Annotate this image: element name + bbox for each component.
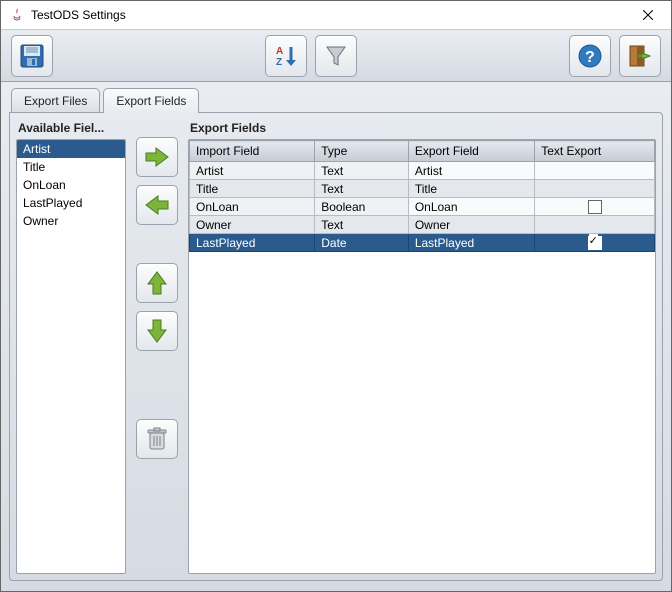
column-header[interactable]: Text Export (535, 141, 655, 162)
list-item[interactable]: LastPlayed (17, 194, 125, 212)
cell-type: Text (315, 216, 409, 234)
sort-button[interactable]: A Z (265, 35, 307, 77)
help-button[interactable]: ? (569, 35, 611, 77)
export-fields-panel: Available Fiel... ArtistTitleOnLoanLastP… (9, 112, 663, 581)
cell-export[interactable]: Owner (408, 216, 534, 234)
exit-button[interactable] (619, 35, 661, 77)
cell-import: LastPlayed (190, 234, 315, 252)
checkbox-icon[interactable] (588, 200, 602, 214)
exit-icon (627, 43, 653, 69)
tab-row: Export FilesExport Fields (9, 88, 663, 113)
list-item[interactable]: Title (17, 158, 125, 176)
checkbox-icon[interactable] (588, 236, 602, 250)
table-header-row: Import FieldTypeExport FieldText Export (190, 141, 655, 162)
table-row[interactable]: ArtistTextArtist (190, 162, 655, 180)
save-icon (19, 43, 45, 69)
svg-text:Z: Z (276, 57, 282, 68)
transfer-buttons-column (132, 119, 182, 574)
cell-import: Owner (190, 216, 315, 234)
cell-text-export[interactable] (535, 234, 655, 252)
remove-field-button[interactable] (136, 185, 178, 225)
sort-az-icon: A Z (273, 43, 299, 69)
arrow-down-icon (146, 318, 168, 344)
list-item[interactable]: Owner (17, 212, 125, 230)
cell-type: Text (315, 180, 409, 198)
svg-text:A: A (276, 46, 283, 57)
export-fields-table: Import FieldTypeExport FieldText Export … (189, 140, 655, 252)
available-fields-column: Available Fiel... ArtistTitleOnLoanLastP… (16, 119, 126, 574)
export-fields-title: Export Fields (190, 121, 656, 135)
cell-type: Boolean (315, 198, 409, 216)
toolbar: A Z ? (1, 30, 671, 82)
cell-type: Date (315, 234, 409, 252)
filter-icon (323, 43, 349, 69)
list-item[interactable]: Artist (17, 140, 125, 158)
cell-export[interactable]: Title (408, 180, 534, 198)
delete-button[interactable] (136, 419, 178, 459)
tab-export-fields[interactable]: Export Fields (103, 88, 199, 113)
available-fields-title: Available Fiel... (18, 121, 126, 135)
add-field-button[interactable] (136, 137, 178, 177)
move-up-button[interactable] (136, 263, 178, 303)
title-bar: TestODS Settings (1, 1, 671, 30)
cell-export[interactable]: LastPlayed (408, 234, 534, 252)
cell-text-export[interactable] (535, 198, 655, 216)
cell-import: Title (190, 180, 315, 198)
content-area: Export FilesExport Fields Available Fiel… (1, 82, 671, 591)
export-fields-table-wrap[interactable]: Import FieldTypeExport FieldText Export … (188, 139, 656, 574)
move-down-button[interactable] (136, 311, 178, 351)
cell-import: OnLoan (190, 198, 315, 216)
table-row[interactable]: LastPlayedDateLastPlayed (190, 234, 655, 252)
cell-export[interactable]: Artist (408, 162, 534, 180)
trash-icon (146, 427, 168, 451)
close-icon (643, 10, 653, 20)
window-title: TestODS Settings (31, 8, 633, 22)
save-button[interactable] (11, 35, 53, 77)
settings-window: TestODS Settings A Z (0, 0, 672, 592)
cell-export[interactable]: OnLoan (408, 198, 534, 216)
arrow-right-icon (144, 146, 170, 168)
filter-button[interactable] (315, 35, 357, 77)
list-item[interactable]: OnLoan (17, 176, 125, 194)
close-button[interactable] (633, 5, 663, 25)
export-fields-column: Export Fields Import FieldTypeExport Fie… (188, 119, 656, 574)
svg-text:?: ? (585, 49, 595, 66)
cell-text-export (535, 180, 655, 198)
cell-text-export (535, 162, 655, 180)
tab-export-files[interactable]: Export Files (11, 88, 100, 113)
help-icon: ? (577, 43, 603, 69)
table-row[interactable]: OwnerTextOwner (190, 216, 655, 234)
java-icon (9, 7, 25, 23)
arrow-up-icon (146, 270, 168, 296)
cell-type: Text (315, 162, 409, 180)
cell-text-export (535, 216, 655, 234)
column-header[interactable]: Export Field (408, 141, 534, 162)
cell-import: Artist (190, 162, 315, 180)
table-row[interactable]: OnLoanBooleanOnLoan (190, 198, 655, 216)
table-row[interactable]: TitleTextTitle (190, 180, 655, 198)
column-header[interactable]: Import Field (190, 141, 315, 162)
arrow-left-icon (144, 194, 170, 216)
available-fields-list[interactable]: ArtistTitleOnLoanLastPlayedOwner (16, 139, 126, 574)
column-header[interactable]: Type (315, 141, 409, 162)
